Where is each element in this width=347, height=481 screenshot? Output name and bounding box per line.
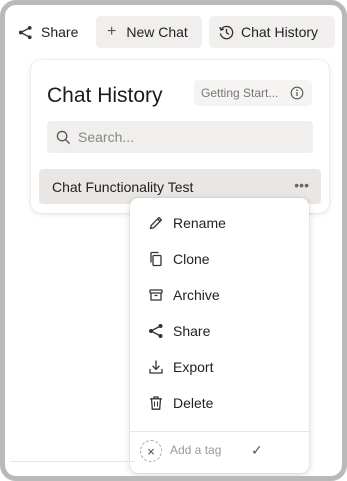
getting-started-label: Getting Start... [201, 86, 279, 100]
menu-item-label: Clone [173, 251, 210, 267]
info-icon[interactable] [290, 86, 304, 100]
menu-item-delete[interactable]: Delete [130, 387, 309, 419]
archive-icon [149, 289, 163, 301]
new-chat-button[interactable]: + New Chat [96, 16, 202, 48]
share-icon [18, 25, 32, 39]
chat-title: Chat Functionality Test [52, 178, 194, 195]
add-tag-input[interactable] [170, 443, 260, 457]
menu-item-clone[interactable]: Clone [130, 243, 309, 275]
share-button[interactable]: Share [14, 16, 82, 48]
menu-item-label: Archive [173, 287, 220, 303]
chat-context-menu: Rename Clone Archive Share Export Delete… [130, 198, 309, 473]
confirm-tag-icon[interactable]: ✓ [251, 442, 263, 459]
trash-icon [150, 396, 162, 410]
new-chat-label: New Chat [126, 24, 188, 40]
divider [10, 461, 135, 462]
chat-history-button[interactable]: Chat History [209, 16, 335, 48]
add-tag-row: × ✓ [130, 436, 309, 468]
plus-icon: + [107, 23, 117, 40]
getting-started-badge[interactable]: Getting Start... [194, 80, 312, 106]
menu-divider [130, 431, 309, 432]
clear-tag-icon[interactable]: × [140, 440, 162, 462]
download-icon [149, 360, 163, 374]
history-icon [219, 25, 234, 39]
chat-history-label: Chat History [241, 24, 319, 40]
menu-item-share[interactable]: Share [130, 315, 309, 347]
copy-icon [150, 251, 162, 267]
more-options-icon[interactable]: ••• [294, 177, 309, 193]
search-icon [56, 130, 71, 144]
search-box[interactable] [47, 121, 313, 153]
search-input[interactable] [78, 129, 298, 145]
menu-item-label: Delete [173, 395, 214, 411]
menu-item-label: Share [173, 323, 211, 339]
pencil-icon [149, 216, 163, 230]
app-window: Share + New Chat Chat History Chat Histo… [0, 0, 347, 481]
top-toolbar: Share + New Chat Chat History [5, 16, 342, 50]
menu-item-rename[interactable]: Rename [130, 207, 309, 239]
menu-item-label: Rename [173, 215, 226, 231]
menu-item-label: Export [173, 359, 214, 375]
share-icon [149, 324, 163, 338]
menu-item-archive[interactable]: Archive [130, 279, 309, 311]
panel-title: Chat History [47, 84, 163, 107]
chat-history-panel: Chat History Getting Start... Chat Funct… [31, 60, 329, 213]
menu-item-export[interactable]: Export [130, 351, 309, 383]
share-label: Share [41, 24, 79, 40]
